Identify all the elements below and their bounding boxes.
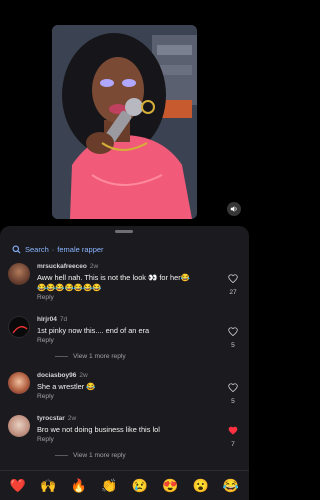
search-query: female rapper — [57, 244, 104, 254]
comment-username[interactable]: mrsuckafreeceo — [37, 263, 87, 270]
comment-username[interactable]: hlrjr04 — [37, 316, 57, 323]
comment-text: She a wrestler 😂 — [37, 382, 96, 391]
video-frame-image — [52, 25, 197, 219]
replies-divider — [55, 356, 68, 357]
replies-divider — [55, 455, 68, 456]
heart-outline-icon — [228, 274, 238, 284]
view-more-replies-label: View 1 more reply — [73, 452, 126, 459]
comment-text: 1st pinky now this.... end of an era — [37, 326, 150, 335]
avatar[interactable] — [8, 263, 30, 285]
like-count: 27 — [229, 289, 237, 296]
comment-time: 2w — [67, 415, 77, 422]
emoji-raised-hands-button[interactable]: 🙌 — [38, 479, 58, 492]
emoji-laughing-button[interactable]: 😂 — [221, 479, 241, 492]
emoji-heart-button[interactable]: ❤️ — [8, 479, 28, 492]
video-player[interactable] — [52, 25, 197, 219]
comment-time: 2w — [89, 263, 99, 270]
emoji-heart-eyes-button[interactable]: 😍 — [160, 479, 180, 492]
like-count: 5 — [231, 342, 235, 349]
search-separator: · — [51, 244, 55, 254]
comments-sheet: Search · female rapper mrsuckafreeceo 2w … — [0, 226, 249, 500]
comment-text-line2: 😂😂😂😂😂😂😂 — [37, 283, 102, 292]
avatar[interactable] — [8, 372, 30, 394]
avatar-image — [12, 326, 28, 334]
comment-username[interactable]: tyrocstar — [37, 415, 65, 422]
reply-button[interactable]: Reply — [37, 337, 54, 344]
speaker-icon — [230, 206, 237, 212]
search-label: Search — [25, 244, 49, 254]
like-button[interactable]: 5 — [224, 323, 242, 349]
comment-meta: tyrocstar 2w — [37, 415, 76, 422]
comment-meta: dociasboy96 2w — [37, 372, 88, 379]
reply-button[interactable]: Reply — [37, 393, 54, 400]
comment-username[interactable]: dociasboy96 — [37, 372, 76, 379]
sheet-drag-handle[interactable] — [115, 230, 133, 233]
view-more-replies-label: View 1 more reply — [73, 353, 126, 360]
mute-button[interactable] — [227, 202, 241, 216]
emoji-surprised-button[interactable]: 😮 — [191, 479, 211, 492]
comment-time: 2w — [79, 372, 88, 379]
reply-button[interactable]: Reply — [37, 294, 54, 301]
video-area[interactable] — [0, 0, 249, 226]
comment-meta: hlrjr04 7d — [37, 316, 67, 323]
like-button[interactable]: 27 — [224, 270, 242, 296]
view-more-replies-button[interactable]: View 1 more reply — [55, 353, 126, 360]
comment-text: Bro we not doing business like this lol — [37, 425, 160, 434]
emoji-crying-button[interactable]: 😢 — [130, 479, 150, 492]
emoji-reaction-bar: ❤️ 🙌 🔥 👏 😢 😍 😮 😂 — [0, 470, 249, 500]
like-button[interactable]: 5 — [224, 379, 242, 405]
heart-filled-icon — [228, 426, 238, 435]
reply-button[interactable]: Reply — [37, 436, 54, 443]
avatar[interactable] — [8, 316, 30, 338]
view-more-replies-button[interactable]: View 1 more reply — [55, 452, 126, 459]
emoji-fire-button[interactable]: 🔥 — [69, 479, 89, 492]
like-count: 5 — [231, 398, 235, 405]
emoji-clap-button[interactable]: 👏 — [99, 479, 119, 492]
heart-outline-icon — [228, 327, 238, 337]
comment-meta: mrsuckafreeceo 2w — [37, 263, 98, 270]
avatar[interactable] — [8, 415, 30, 437]
like-button[interactable]: 7 — [224, 422, 242, 448]
comment-text: Aww hell nah. This is not the look 👀 for… — [37, 273, 190, 282]
related-search-link[interactable]: Search · female rapper — [12, 243, 104, 255]
like-count: 7 — [231, 441, 235, 448]
comment-time: 7d — [59, 316, 68, 323]
search-icon — [12, 245, 21, 253]
heart-outline-icon — [228, 383, 238, 393]
